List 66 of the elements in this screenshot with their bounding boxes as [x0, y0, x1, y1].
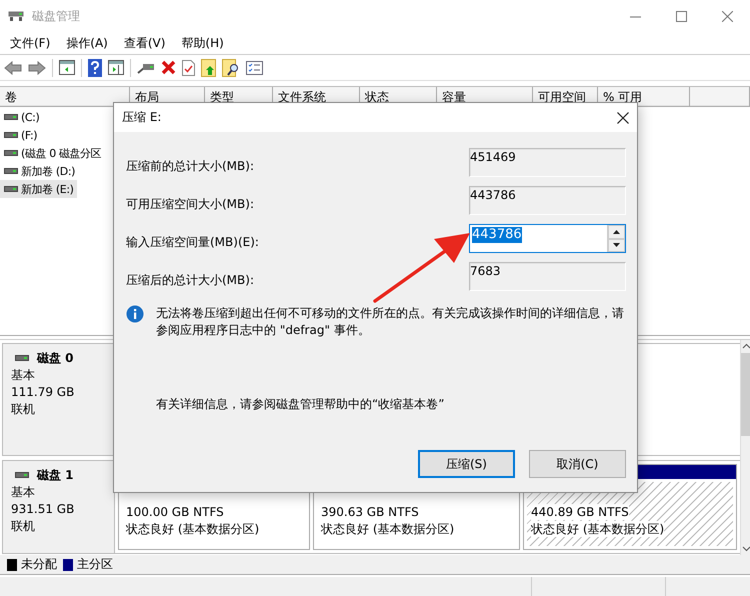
spin-field[interactable]: 443786	[469, 224, 626, 253]
spin-down-button[interactable]	[608, 238, 625, 252]
volume-row[interactable]: (C:)	[0, 108, 42, 126]
volume-row[interactable]: (F:)	[0, 126, 40, 144]
up-arrow-icon[interactable]	[613, 230, 620, 234]
drive-icon	[4, 149, 18, 157]
readonly-field: 443786	[469, 186, 626, 215]
dialog-button[interactable]: 取消(C)	[529, 450, 626, 478]
drive-icon	[4, 185, 18, 193]
info-message: 无法将卷压缩到超出任何不可移动的文件所在的点。有关完成该操作时间的详细信息，请参阅应用程序日志中的 "defrag" 事件。	[156, 305, 625, 339]
partition-status: 状态良好 (基本数据分区)	[126, 521, 260, 537]
field-label: 可用压缩空间大小(MB):	[126, 196, 255, 213]
column-header[interactable]: 卷	[0, 87, 130, 107]
scroll-up-icon[interactable]	[742, 343, 750, 349]
menu-item[interactable]: 帮助(H)	[173, 34, 232, 52]
disk-info: 111.79 GB	[11, 384, 76, 400]
disk-info: 联机	[11, 518, 36, 534]
disk-info: 联机	[11, 401, 36, 417]
readonly-field: 7683	[469, 262, 626, 291]
menu-item[interactable]: 操作(A)	[58, 34, 116, 52]
drive-icon	[4, 131, 18, 139]
blank-column-header	[690, 87, 750, 107]
disk-info: 931.51 GB	[11, 501, 76, 517]
volume-row[interactable]: 新加卷 (D:)	[0, 162, 78, 180]
checklist-icon[interactable]	[246, 60, 263, 74]
menu-item[interactable]: 文件(F)	[2, 34, 58, 52]
dialog-button[interactable]: 压缩(S)	[418, 450, 515, 478]
drive-icon	[4, 113, 18, 121]
legend-label: 未分配	[21, 556, 57, 573]
back-arrow-icon[interactable]	[4, 60, 22, 74]
maximize-icon[interactable]	[676, 10, 686, 22]
field-label: 输入压缩空间量(MB)(E):	[126, 234, 260, 251]
selected-text: 443786	[472, 227, 522, 243]
forward-arrow-icon[interactable]	[28, 60, 46, 74]
info-icon	[126, 305, 144, 323]
volume-row[interactable]: 新加卷 (E:)	[0, 180, 77, 198]
field-label: 压缩后的总计大小(MB):	[126, 272, 255, 289]
show-panel-icon[interactable]	[108, 60, 124, 75]
scrollbar[interactable]	[740, 340, 750, 555]
drive-icon	[4, 167, 18, 175]
partition-status: 状态良好 (基本数据分区)	[321, 521, 454, 537]
delete-icon[interactable]	[161, 60, 176, 75]
disk-name: 磁盘 1	[37, 467, 74, 483]
field-label: 压缩前的总计大小(MB):	[126, 158, 255, 175]
check-document-icon[interactable]	[182, 60, 195, 76]
folder-up-icon[interactable]	[201, 58, 216, 76]
folder-search-icon[interactable]	[222, 58, 240, 76]
disk-info: 基本	[11, 484, 36, 500]
scroll-down-icon[interactable]	[742, 546, 750, 552]
disk-name: 磁盘 0	[37, 350, 74, 366]
dialog-title: 压缩 E:	[122, 109, 162, 126]
app-icon	[8, 10, 24, 22]
close-icon[interactable]	[617, 112, 629, 124]
spin-up-button[interactable]	[608, 225, 625, 238]
help-icon[interactable]	[88, 58, 102, 76]
volume-row[interactable]: (磁盘 0 磁盘分区	[0, 144, 104, 162]
readonly-field: 451469	[469, 148, 626, 177]
partition-status: 状态良好 (基本数据分区)	[531, 521, 664, 537]
panel-icon[interactable]	[59, 60, 75, 75]
window-title: 磁盘管理	[32, 8, 80, 24]
partition-size: 440.89 GB NTFS	[531, 504, 629, 520]
down-arrow-icon[interactable]	[613, 243, 620, 248]
menu-item[interactable]: 查看(V)	[116, 34, 174, 52]
disk-info: 基本	[11, 367, 36, 383]
help-text: 有关详细信息，请参阅磁盘管理帮助中的“收缩基本卷”	[156, 396, 446, 413]
legend-label: 主分区	[77, 556, 113, 573]
